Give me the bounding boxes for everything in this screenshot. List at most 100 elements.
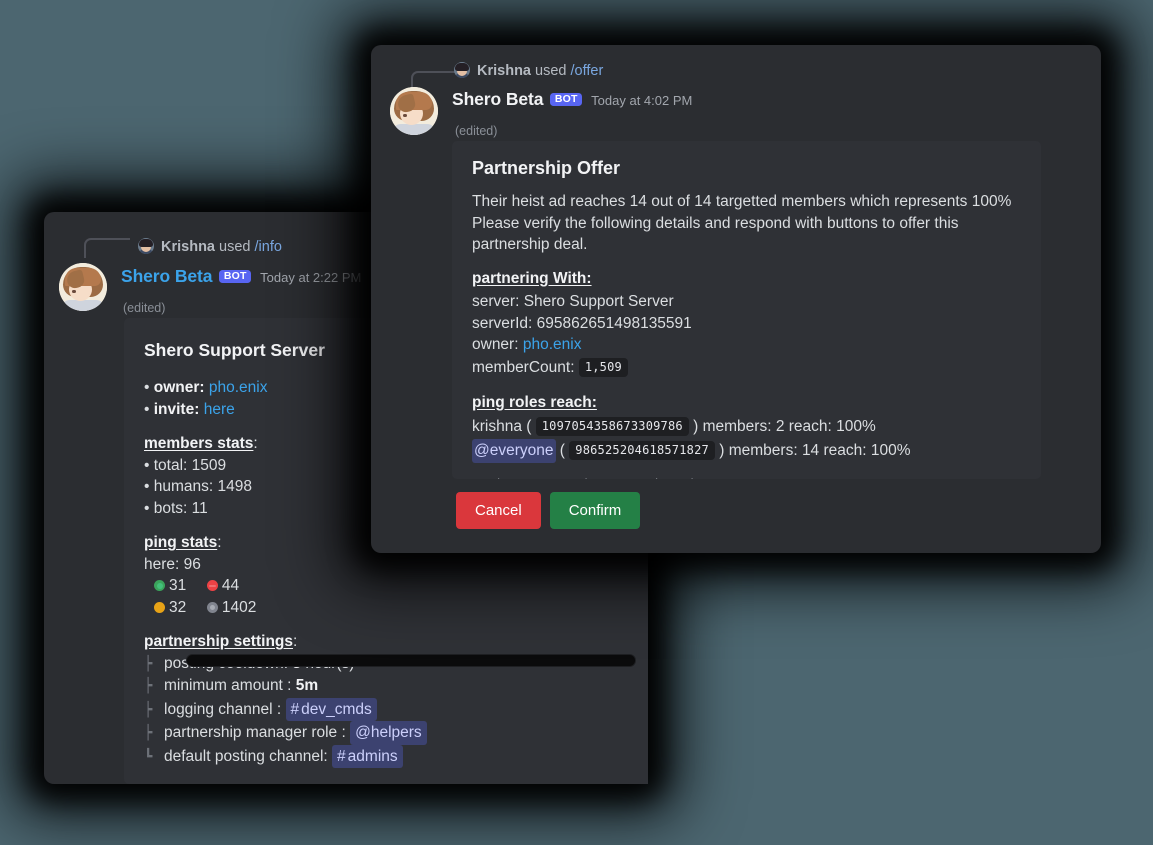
hash-icon: # (337, 747, 346, 765)
setting-manager-role-label: partnership manager role : (164, 724, 346, 741)
ping-stats-heading: ping stats (144, 534, 218, 551)
partner-membercount-row: memberCount: 1,509 (472, 356, 1025, 380)
offer-message-card: Krishna used /offer Shero Beta BOT Today a… (371, 45, 1101, 553)
cancel-button[interactable]: Cancel (456, 492, 541, 529)
members-stats-heading: members stats (144, 435, 254, 452)
partner-server-value: Shero Support Server (523, 293, 674, 310)
partnership-heading-row: partnership settings: (144, 633, 298, 650)
ping-role-row: krishna ( 1097054358673309786 ) members:… (472, 417, 876, 436)
members-total-value: 1509 (191, 456, 227, 474)
members-bots-label: bots: (153, 499, 188, 517)
partner-owner-row: owner: pho.enix (472, 334, 1025, 356)
status-dnd-count: 44 (221, 577, 240, 594)
partner-serverid-value: 695862651498135591 (536, 314, 692, 332)
ping-role-members-value: 2 (775, 418, 785, 435)
default-posting-channel-chip[interactable]: # admins (332, 744, 403, 768)
setting-minimum-amount-label: minimum amount : (164, 677, 292, 694)
reply-user-name[interactable]: Krishna (161, 239, 215, 255)
tree-branch-icon: ┝ (144, 725, 153, 741)
screenshot-stage: Krishna used /info Shero Beta BOT Today at… (0, 0, 1153, 845)
members-humans-label: humans: (153, 478, 214, 495)
ping-role-reach-label: reach: (823, 442, 867, 459)
invite-label: invite: (153, 400, 200, 418)
setting-manager-role: ┝ partnership manager role : @helpers (144, 721, 632, 745)
tree-branch-end-icon: ┗ (144, 748, 153, 765)
ping-roles-section: ping roles reach: krishna ( 109705435867… (472, 392, 1025, 463)
owner-label: owner: (153, 379, 205, 396)
author-name[interactable]: Shero Beta (121, 266, 212, 286)
ping-role-members-label: members: (728, 442, 798, 459)
partner-server-row: server: Shero Support Server (472, 291, 1025, 313)
owner-value[interactable]: pho.enix (209, 379, 268, 396)
here-row: here: 96 (144, 554, 632, 576)
logging-channel-chip[interactable]: # dev_cmds (285, 697, 377, 721)
offer-embed: Partnership Offer Their heist ad reaches… (452, 141, 1041, 479)
reply-command-link[interactable]: /offer (571, 63, 604, 79)
setting-default-posting-channel-label: default posting channel: (164, 747, 328, 765)
partner-membercount-value: 1,509 (578, 357, 628, 377)
embed-scrollbar-thumb[interactable] (187, 655, 635, 666)
status-idle-count: 32 (169, 598, 187, 616)
ping-role-row: @everyone ( 986525204618571827 ) members… (472, 439, 1025, 463)
ping-role-reach-value: 100% (870, 442, 911, 459)
embed-horizontal-scrollbar[interactable] (186, 654, 636, 667)
partnership-settings-heading: partnership settings (144, 633, 293, 650)
default-posting-channel-name: admins (347, 747, 398, 765)
status-online-count: 31 (169, 577, 187, 594)
reply-user-avatar-icon (138, 238, 154, 254)
status-online-icon (154, 580, 165, 591)
logging-channel-name: dev_cmds (301, 700, 372, 718)
offer-embed-footer: You have 30 seconds to respond. • Today … (472, 476, 1025, 479)
reply-command-link[interactable]: /info (255, 239, 282, 255)
reply-used-label: used (219, 239, 251, 255)
ping-role-reach-value: 100% (836, 418, 876, 435)
footer-text: You have 30 seconds to respond. (472, 476, 662, 479)
status-offline-count: 1402 (221, 598, 257, 616)
author-avatar[interactable] (59, 263, 107, 311)
offer-embed-title: Partnership Offer (472, 158, 621, 178)
footer-separator: • (665, 476, 669, 479)
ping-role-members-label: members: (702, 418, 772, 435)
tree-branch-icon: ┝ (144, 655, 153, 672)
ping-role-reach-label: reach: (788, 418, 832, 435)
offer-description-paragraph: Their heist ad reaches 14 out of 14 targ… (472, 191, 1025, 256)
members-humans-value: 1498 (217, 478, 252, 495)
info-message-header: Shero Beta BOT Today at 2:22 PM (121, 266, 361, 287)
setting-minimum-amount-value: 5m (295, 677, 319, 694)
status-row-1: 31 44 (144, 575, 632, 597)
message-timestamp: Today at 2:22 PM (260, 270, 362, 285)
author-avatar[interactable] (390, 87, 438, 135)
offer-embed-description: Their heist ad reaches 14 out of 14 targ… (472, 191, 1025, 479)
ping-role-mention[interactable]: @everyone (472, 439, 556, 463)
manager-role-chip[interactable]: @helpers (350, 721, 427, 745)
bot-badge: BOT (219, 269, 252, 283)
invite-link[interactable]: here (204, 401, 235, 418)
author-name[interactable]: Shero Beta (452, 89, 543, 109)
reply-used-label: used (535, 63, 567, 79)
ping-role-name: krishna (472, 418, 522, 435)
ping-role-id: 986525204618571827 (569, 441, 715, 460)
setting-minimum-amount: ┝ minimum amount : 5m (144, 675, 632, 698)
partner-owner-value[interactable]: pho.enix (523, 336, 582, 353)
partnering-with-heading: partnering With: (472, 269, 592, 287)
partner-server-label: server: (472, 293, 520, 310)
here-label: here: (144, 555, 180, 573)
reply-connector-line (84, 238, 130, 258)
ping-roles-heading: ping roles reach: (472, 393, 597, 411)
status-dnd-icon (206, 580, 218, 591)
ping-role-id: 1097054358673309786 (535, 417, 689, 436)
offer-description-line1: Their heist ad reaches 14 out of 14 targ… (472, 193, 1012, 210)
members-bots-value: 11 (191, 499, 208, 517)
confirm-button[interactable]: Confirm (549, 492, 641, 529)
reply-user-avatar-icon (454, 62, 470, 78)
reply-user-name[interactable]: Krishna (477, 63, 531, 79)
bot-badge: BOT (550, 92, 583, 106)
tree-branch-icon: ┝ (144, 678, 153, 694)
offer-description-line2: Please verify the following details and … (472, 214, 959, 254)
status-row-2: 32 1402 (144, 597, 632, 619)
edited-label: (edited) (455, 124, 498, 138)
partner-serverid-row: serverId: 695862651498135591 (472, 313, 1025, 335)
footer-timestamp: Today at 4:02 PM (673, 476, 773, 479)
offer-action-buttons: Cancel Confirm (456, 492, 641, 529)
offer-message-header: Shero Beta BOT Today at 4:02 PM (452, 89, 692, 110)
